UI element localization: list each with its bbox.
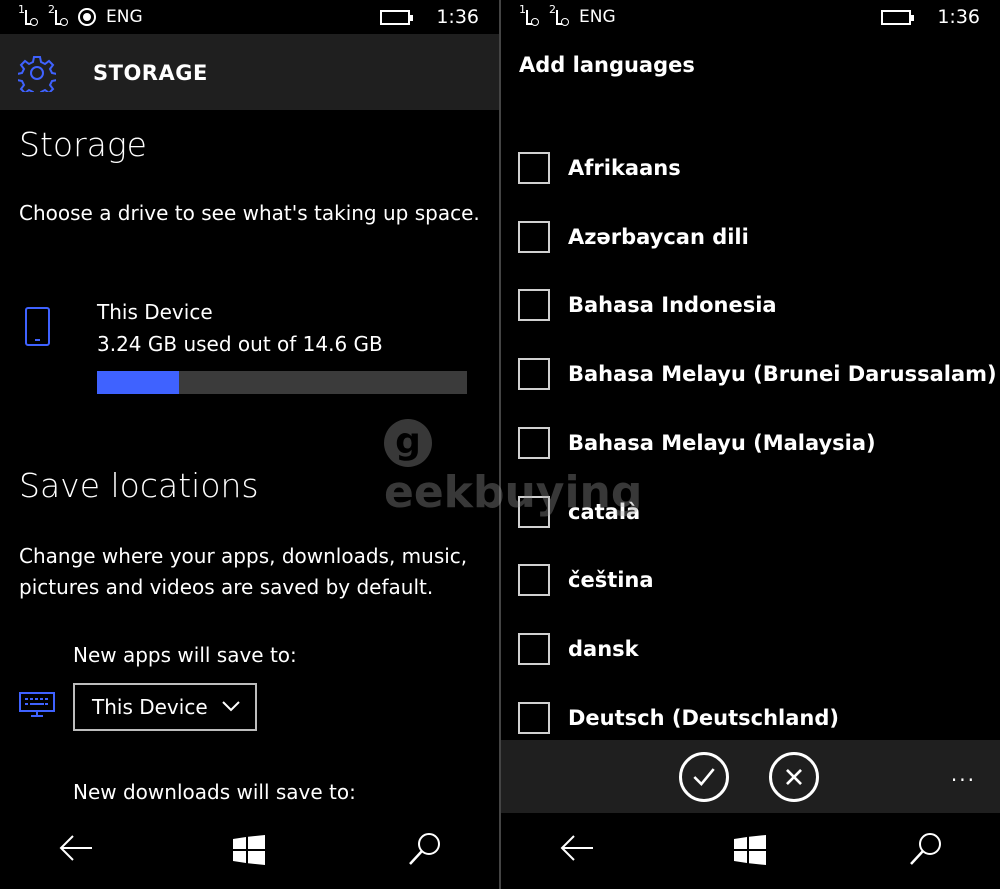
add-languages-screen: 1 2 ENG 1:36 Add languages Afrikaans Azər… [501, 0, 1000, 889]
search-icon[interactable] [407, 831, 443, 867]
dialog-title: Add languages [519, 53, 695, 77]
navigation-bar [501, 813, 1000, 889]
language-label: Azərbaycan dili [568, 224, 749, 249]
storage-usage-fill [97, 371, 180, 394]
language-checkbox[interactable] [518, 358, 550, 391]
language-option[interactable]: Deutsch (Deutschland) [518, 700, 839, 736]
language-indicator: ENG [106, 7, 143, 27]
page-title: STORAGE [93, 61, 208, 85]
language-checkbox[interactable] [518, 495, 550, 528]
language-label: Bahasa Melayu (Malaysia) [568, 430, 876, 455]
gear-icon [18, 56, 56, 92]
language-checkbox[interactable] [518, 220, 550, 253]
language-option[interactable]: dansk [518, 631, 639, 667]
downloads-save-label: New downloads will save to: [73, 780, 356, 804]
battery-icon [881, 9, 915, 25]
storage-screen: 1 2 ENG 1:36 STORAGE Storage Choose a dr… [0, 0, 499, 889]
language-option[interactable]: Bahasa Melayu (Malaysia) [518, 425, 876, 461]
language-checkbox[interactable] [518, 564, 550, 597]
storage-usage-bar [97, 371, 467, 394]
apps-save-location-dropdown[interactable]: This Device [73, 683, 257, 731]
storage-description: Choose a drive to see what's taking up s… [19, 201, 480, 225]
language-label: Bahasa Melayu (Brunei Darussalam) [568, 362, 997, 387]
status-bar: 1 2 ENG 1:36 [501, 0, 1000, 34]
cancel-x-icon[interactable] [769, 752, 819, 802]
sim2-signal-icon: 2 [549, 3, 569, 28]
language-checkbox[interactable] [518, 289, 550, 322]
sim1-signal-icon: 1 [18, 3, 38, 28]
search-icon[interactable] [908, 831, 944, 867]
language-label: Bahasa Indonesia [568, 293, 777, 318]
apps-save-label: New apps will save to: [73, 643, 297, 667]
app-bar: ... [501, 740, 1000, 813]
language-label: čeština [568, 568, 654, 593]
language-label: Deutsch (Deutschland) [568, 705, 839, 730]
sim1-signal-icon: 1 [519, 3, 539, 28]
language-checkbox[interactable] [518, 426, 550, 459]
battery-icon [380, 9, 414, 25]
more-options-button[interactable]: ... [951, 762, 976, 786]
windows-start-icon[interactable] [734, 835, 766, 865]
sim2-signal-icon: 2 [48, 3, 68, 28]
desktop-keyboard-icon [19, 692, 55, 717]
save-locations-description: Change where your apps, downloads, music… [19, 544, 468, 599]
clock: 1:36 [436, 6, 479, 28]
language-checkbox[interactable] [518, 632, 550, 665]
language-option[interactable]: Bahasa Indonesia [518, 287, 777, 323]
language-indicator: ENG [579, 7, 616, 27]
back-arrow-icon[interactable] [559, 833, 595, 863]
language-label: català [568, 499, 641, 524]
windows-start-icon[interactable] [233, 835, 265, 865]
language-option[interactable]: Bahasa Melayu (Brunei Darussalam) [518, 356, 997, 392]
language-label: Afrikaans [568, 156, 681, 180]
language-option[interactable]: català [518, 494, 640, 530]
back-arrow-icon[interactable] [58, 833, 94, 863]
language-checkbox[interactable] [518, 701, 550, 734]
chevron-down-icon [222, 701, 240, 712]
language-label: dansk [568, 636, 639, 661]
dropdown-value: This Device [92, 695, 208, 719]
device-name: This Device [97, 300, 213, 324]
clock: 1:36 [937, 6, 980, 28]
language-checkbox[interactable] [518, 152, 550, 184]
storage-heading: Storage [19, 125, 147, 164]
save-locations-heading: Save locations [19, 466, 259, 505]
accept-check-icon[interactable] [679, 752, 729, 802]
location-icon [78, 8, 96, 26]
language-option[interactable]: Azərbaycan dili [518, 219, 749, 255]
language-option[interactable]: čeština [518, 562, 654, 598]
navigation-bar [0, 813, 499, 889]
language-option[interactable]: Afrikaans [518, 150, 681, 186]
status-bar: 1 2 ENG 1:36 [0, 0, 499, 34]
device-usage: 3.24 GB used out of 14.6 GB [97, 332, 383, 356]
phone-icon [25, 307, 50, 346]
settings-header: STORAGE [0, 34, 499, 110]
